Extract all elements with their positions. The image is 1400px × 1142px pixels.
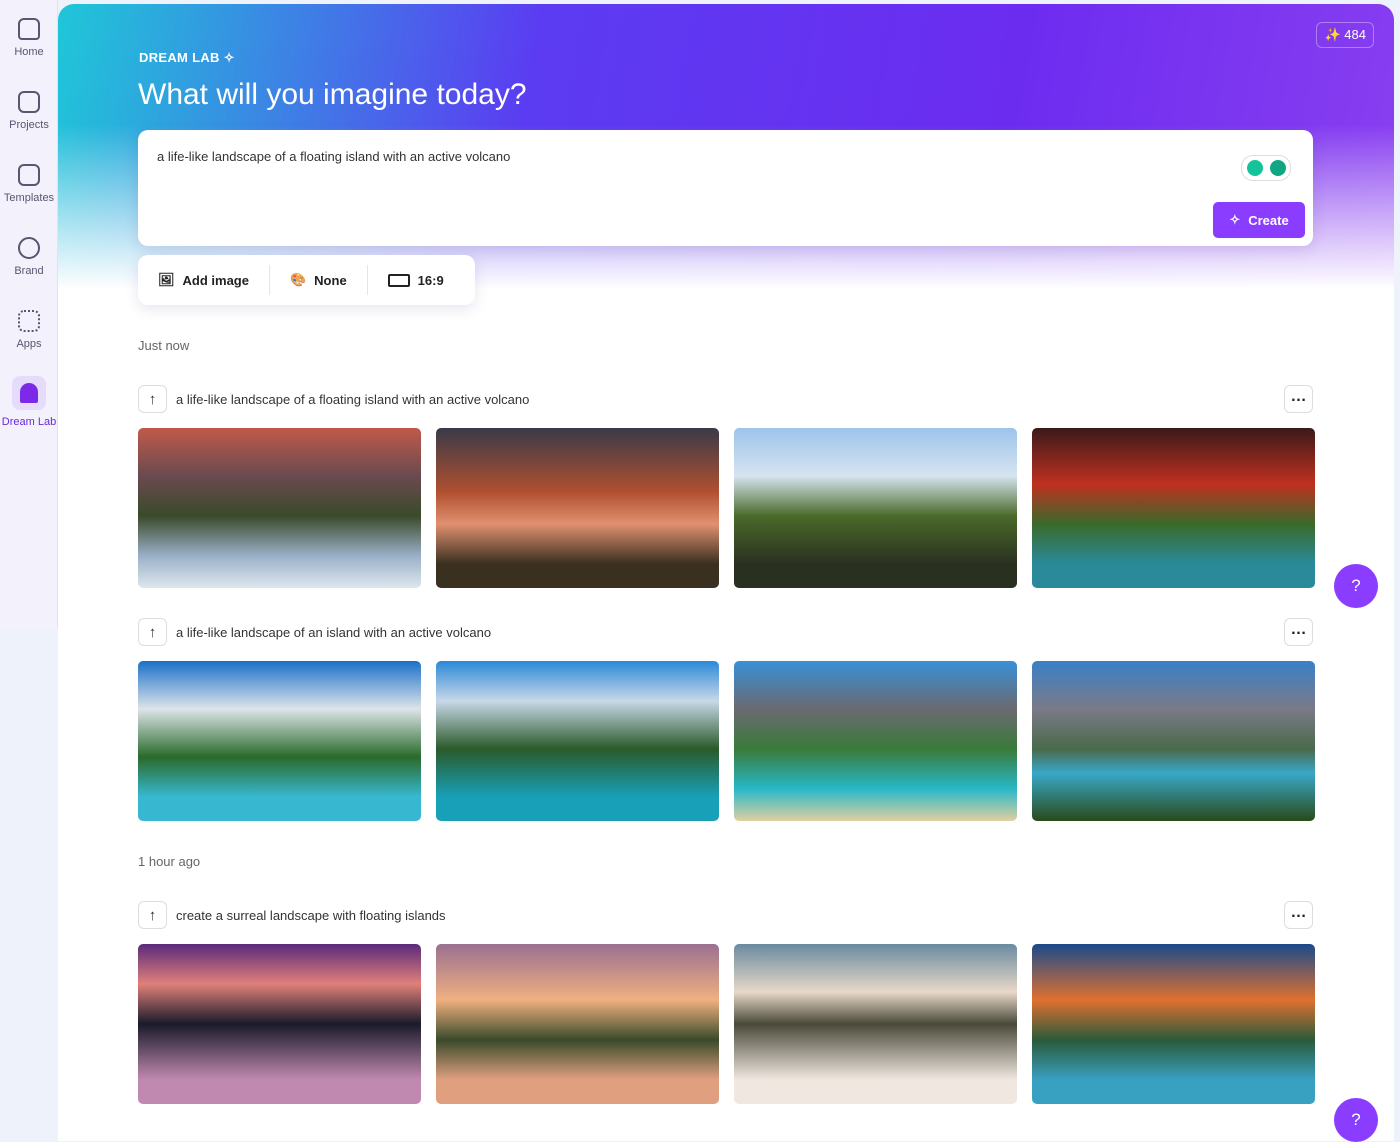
aspect-ratio-icon [387,273,410,287]
page-title: What will you imagine today? [138,78,527,111]
sidebar-item-templates[interactable]: Templates [0,164,58,204]
options-bar: 🖼 Add image 🎨 None 16:9 [138,255,475,305]
brand-icon [18,237,40,259]
style-label: None [314,272,347,288]
sidebar-item-projects[interactable]: Projects [0,91,58,131]
apps-icon [18,310,40,332]
more-options-button[interactable]: … [1284,385,1313,413]
style-button[interactable]: 🎨 None [270,265,368,295]
sidebar-label: Templates [3,192,55,204]
grammarly-widget[interactable] [1241,155,1291,181]
prompt-text[interactable]: a life-like landscape of a floating isla… [157,149,510,164]
eyebrow: DREAM LAB ✧ [139,50,235,66]
reuse-prompt-button[interactable]: ↑ [138,385,167,413]
result-image[interactable] [138,428,421,588]
sidebar: Home Projects Templates Brand Apps Dream… [0,0,58,628]
image-add-icon: 🖼 [158,272,175,287]
aspect-label: 16:9 [417,272,444,288]
dream-lab-icon [12,376,46,410]
row-prompt: a life-like landscape of a floating isla… [176,391,530,407]
reuse-prompt-button[interactable]: ↑ [138,901,167,929]
result-image[interactable] [734,428,1017,588]
lightbulb-icon [1247,160,1263,176]
result-image[interactable] [436,661,719,821]
palette-icon: 🎨 [289,272,307,287]
result-row: ↑ a life-like landscape of an island with… [138,618,1315,821]
result-image[interactable] [1032,944,1315,1104]
dream-lab-icon: ✧ [223,50,235,65]
more-options-button[interactable]: … [1284,618,1313,646]
eyebrow-text: DREAM LAB [139,50,220,65]
sidebar-item-apps[interactable]: Apps [0,310,58,350]
row-prompt: a life-like landscape of an island with … [176,624,492,640]
timestamp: 1 hour ago [138,854,201,869]
sidebar-label: Home [14,46,44,58]
sparkle-icon: ✧ [1229,212,1241,227]
aspect-ratio-button[interactable]: 16:9 [368,265,464,295]
result-row: ↑ a life-like landscape of a floating isl… [138,385,1315,588]
result-image[interactable] [436,944,719,1104]
result-image[interactable] [138,661,421,821]
timestamp: Just now [138,338,190,353]
sidebar-label: Projects [9,119,49,131]
create-button[interactable]: ✧ Create [1213,202,1305,238]
add-image-button[interactable]: 🖼 Add image [138,265,270,295]
main-panel: DREAM LAB ✧ What will you imagine today?… [58,4,1394,1141]
prompt-input[interactable]: a life-like landscape of a floating isla… [138,130,1313,246]
sparkle-icon: ✨ [1324,27,1341,42]
credits-badge[interactable]: ✨ 484 [1316,22,1374,48]
sidebar-item-brand[interactable]: Brand [0,237,58,277]
reuse-prompt-button[interactable]: ↑ [138,618,167,646]
sidebar-label: Brand [14,265,44,277]
more-options-button[interactable]: … [1284,901,1313,929]
credits-count: 484 [1344,27,1366,42]
sidebar-label: Dream Lab [1,416,57,428]
help-button[interactable]: ? [1334,1098,1378,1142]
folder-icon [18,91,40,113]
result-image[interactable] [734,944,1017,1104]
home-icon [18,18,40,40]
result-row: ↑ create a surreal landscape with floatin… [138,901,1315,1104]
create-label: Create [1248,212,1289,228]
templates-icon [18,164,40,186]
sidebar-item-dream-lab[interactable]: Dream Lab [0,376,58,428]
help-button[interactable]: ? [1334,564,1378,608]
result-image[interactable] [138,944,421,1104]
add-image-label: Add image [182,272,249,288]
row-prompt: create a surreal landscape with floating… [176,907,446,923]
result-image[interactable] [436,428,719,588]
result-image[interactable] [1032,661,1315,821]
result-image[interactable] [734,661,1017,821]
grammarly-icon [1270,160,1286,176]
sidebar-label: Apps [16,338,42,350]
sidebar-item-home[interactable]: Home [0,18,58,58]
result-image[interactable] [1032,428,1315,588]
